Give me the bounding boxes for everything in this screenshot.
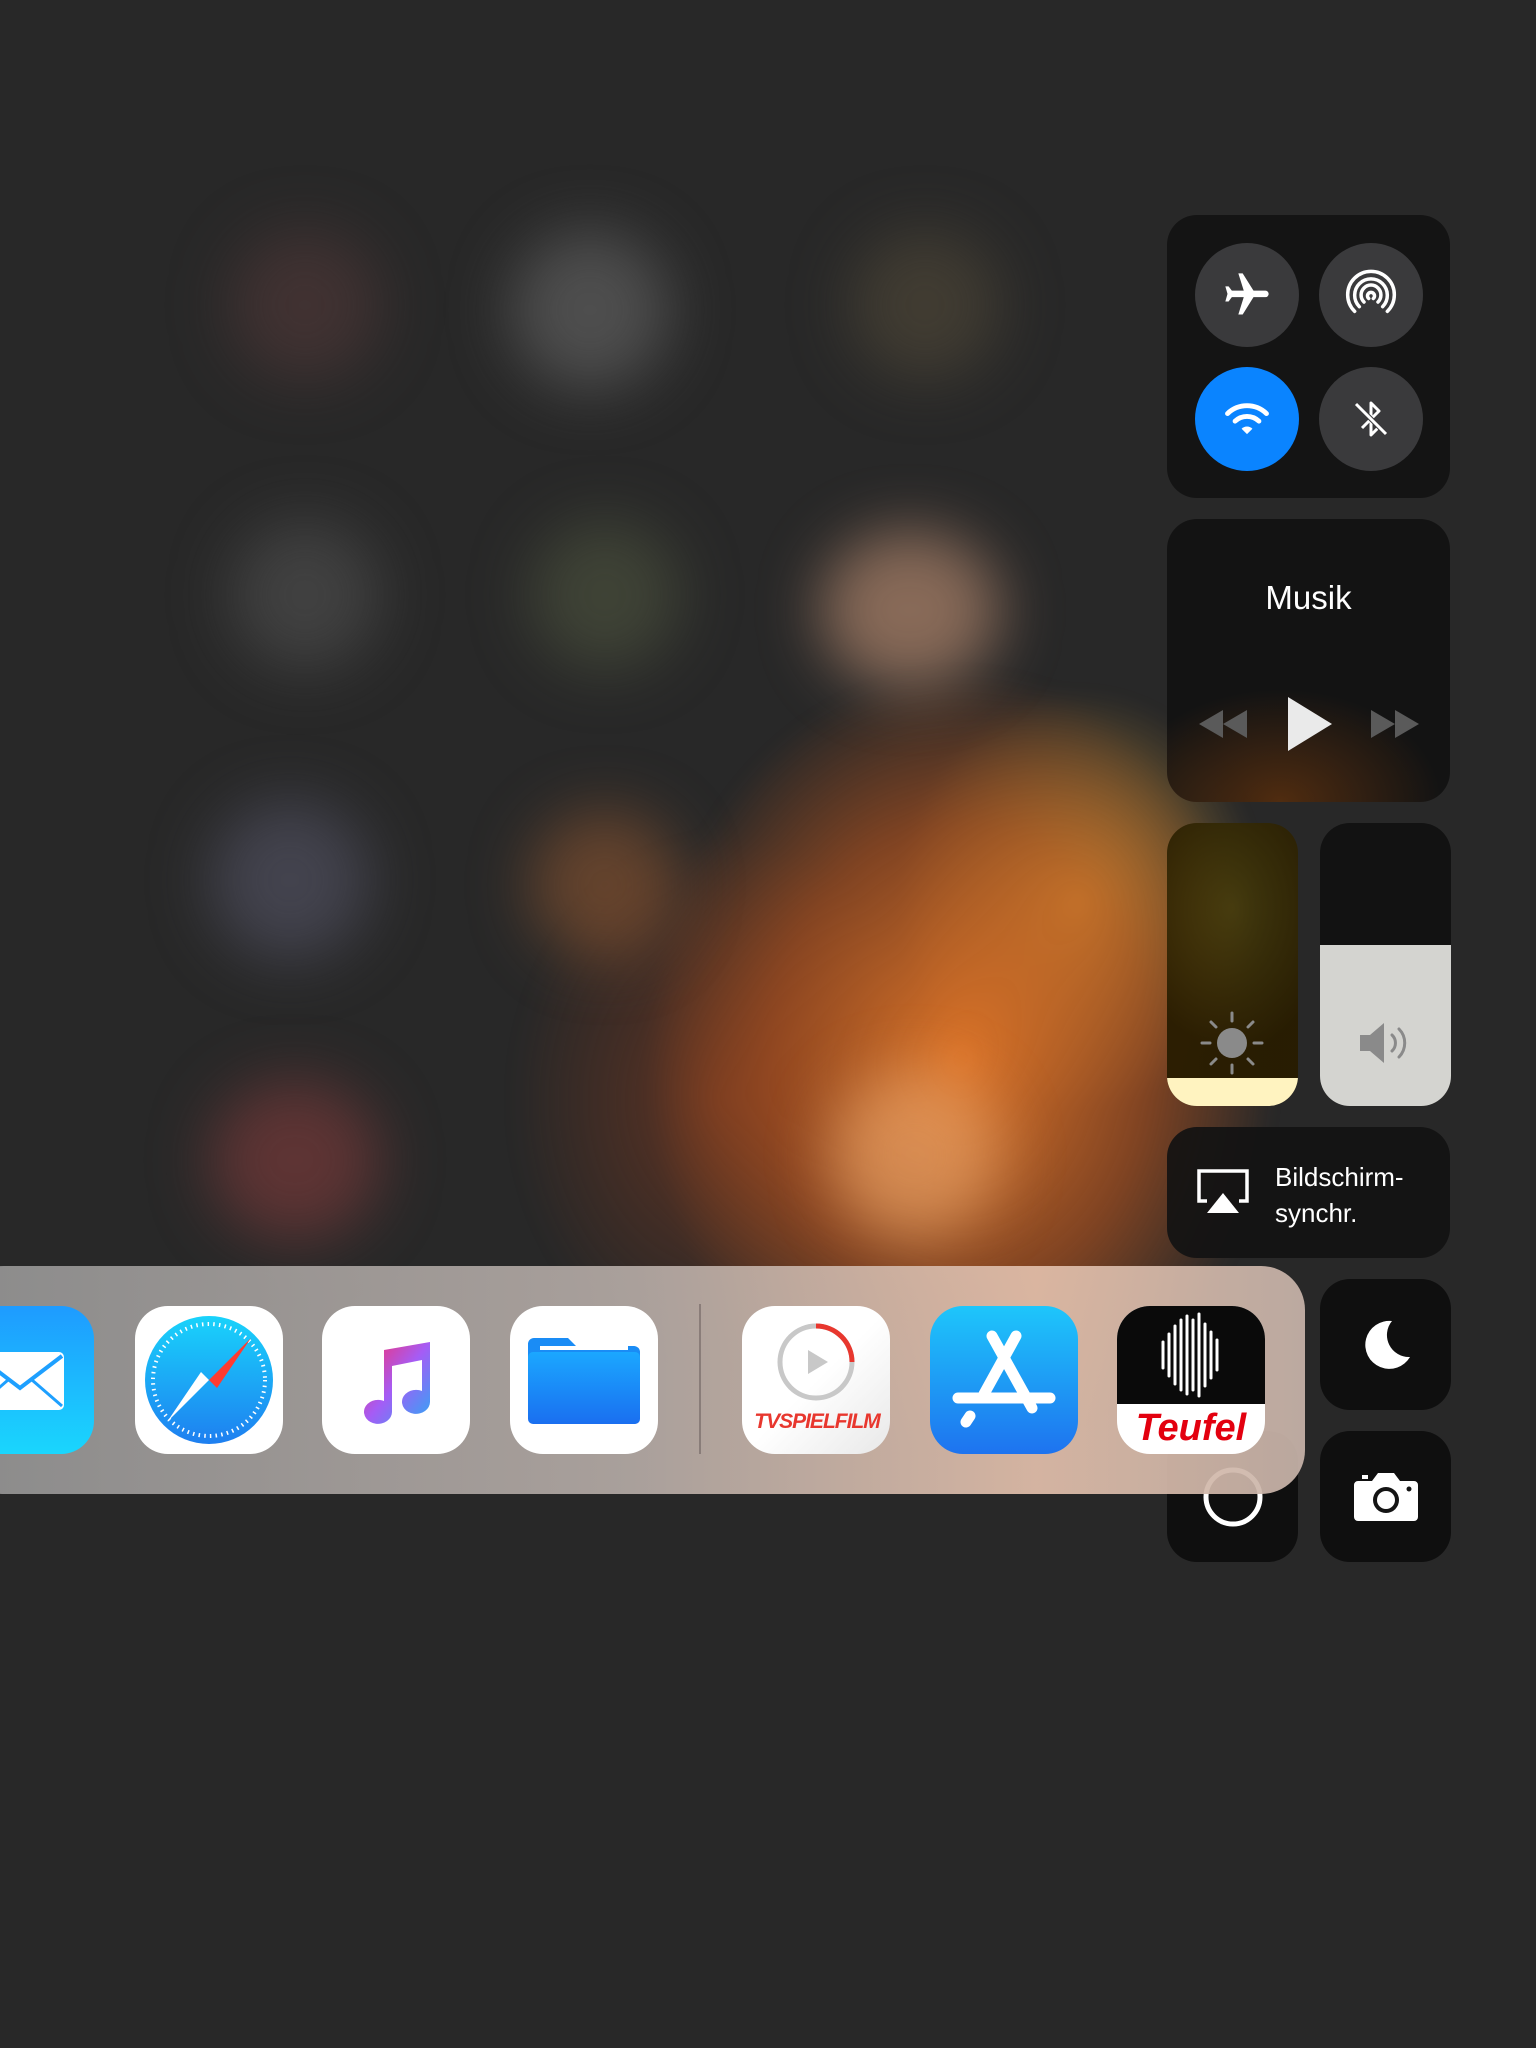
fast-forward-icon [1371,710,1419,738]
brightness-level-fill [1167,1078,1298,1106]
moon-icon [1364,1320,1410,1369]
teufel-logo-text: Teufel [1135,1407,1247,1449]
blurred-app-icon [530,520,680,670]
camera-icon [1353,1472,1418,1521]
wifi-icon [1225,403,1269,435]
bluetooth-button[interactable] [1319,367,1423,471]
brightness-slider[interactable] [1167,823,1298,1106]
bluetooth-icon [1354,401,1388,437]
play-icon [1288,697,1332,751]
music-app-icon[interactable] [322,1306,470,1454]
music-icon [364,1342,430,1424]
music-module[interactable]: Musik [1167,519,1450,802]
rewind-icon [1199,710,1247,738]
blurred-app-icon [850,230,1000,380]
blurred-app-icon [230,520,380,670]
do-not-disturb-button[interactable] [1320,1279,1451,1410]
blurred-app-icon [820,530,1000,690]
volume-slider[interactable] [1320,823,1451,1106]
play-button[interactable] [1277,691,1341,757]
wifi-button[interactable] [1195,367,1299,471]
files-icon [528,1338,640,1424]
airdrop-button[interactable] [1319,243,1423,347]
blurred-app-icon [530,810,680,960]
app-store-app-icon[interactable] [930,1306,1078,1454]
blurred-app-icon [210,800,370,960]
music-title: Musik [1265,579,1352,616]
dock-divider [699,1304,701,1454]
app-store-icon [952,1330,1056,1428]
blurred-app-icon [830,1070,1000,1240]
blurred-app-icon [210,1080,380,1240]
sun-icon [1200,1011,1264,1075]
airplane-icon [1225,273,1269,315]
screen-mirroring-label: Bildschirm- synchr. [1275,1162,1404,1228]
airplane-mode-button[interactable] [1195,243,1299,347]
airplay-icon [1197,1169,1249,1213]
blurred-app-icon [510,230,670,390]
tvspielfilm-app-icon[interactable]: TVSPIELFILM [742,1306,890,1454]
safari-app-icon[interactable] [135,1306,283,1454]
camera-button[interactable] [1320,1431,1451,1562]
speaker-icon [1360,1023,1407,1063]
rewind-button[interactable] [1195,699,1251,749]
teufel-app-icon[interactable]: Teufel [1117,1306,1265,1454]
connectivity-module [1167,215,1450,498]
tvspielfilm-logo-text: TVSPIELFILM [754,1410,881,1433]
airdrop-icon [1345,269,1397,314]
files-app-icon[interactable] [510,1306,658,1454]
safari-icon [145,1316,273,1444]
teufel-icon [1161,1312,1219,1398]
mail-app-icon[interactable] [0,1306,94,1454]
mail-icon [0,1352,64,1410]
screen-mirroring-button[interactable]: Bildschirm- synchr. [1167,1127,1450,1258]
blurred-app-icon [230,230,380,380]
fast-forward-button[interactable] [1367,699,1423,749]
